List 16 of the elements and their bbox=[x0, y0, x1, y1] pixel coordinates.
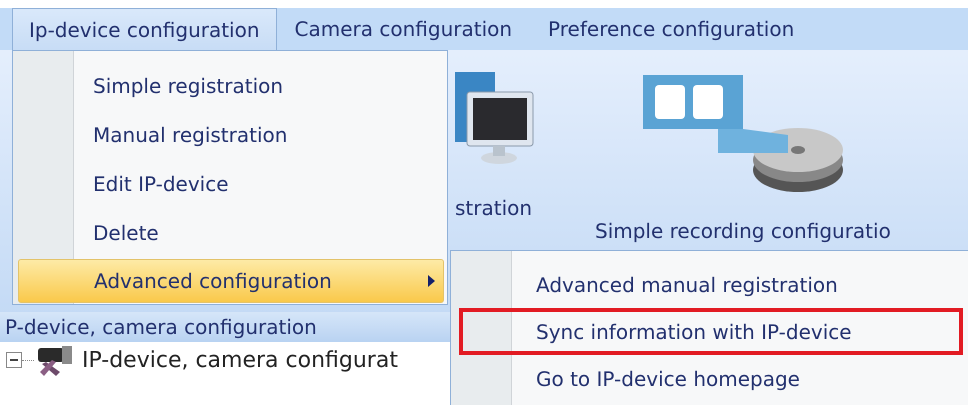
menu-item[interactable]: Simple registration bbox=[18, 61, 444, 110]
menu-item[interactable]: Go to IP-device homepage bbox=[459, 355, 963, 402]
menu-item[interactable]: Edit IP-device bbox=[18, 159, 444, 208]
menu-tab[interactable]: Camera configuration bbox=[276, 8, 530, 50]
menu-item[interactable]: Advanced manual registration bbox=[459, 261, 963, 308]
menu-item[interactable]: Advanced configuration bbox=[18, 259, 444, 303]
collapse-icon[interactable] bbox=[6, 352, 22, 368]
menu-item[interactable]: Delete bbox=[18, 208, 444, 257]
panel-title: P-device, camera configuration bbox=[5, 315, 317, 339]
menu-tab[interactable]: Ip-device configuration bbox=[12, 8, 277, 50]
menu-item[interactable]: Sync information with IP-device bbox=[459, 308, 963, 355]
ribbon-label[interactable]: Simple recording configuratio bbox=[595, 219, 891, 243]
ribbon-label[interactable]: stration bbox=[455, 196, 532, 220]
tree-item[interactable]: IP-device, camera configurat bbox=[82, 348, 398, 372]
menu-item[interactable]: Manual registration bbox=[18, 110, 444, 159]
menu-tab[interactable]: Preference configuration bbox=[530, 8, 812, 50]
